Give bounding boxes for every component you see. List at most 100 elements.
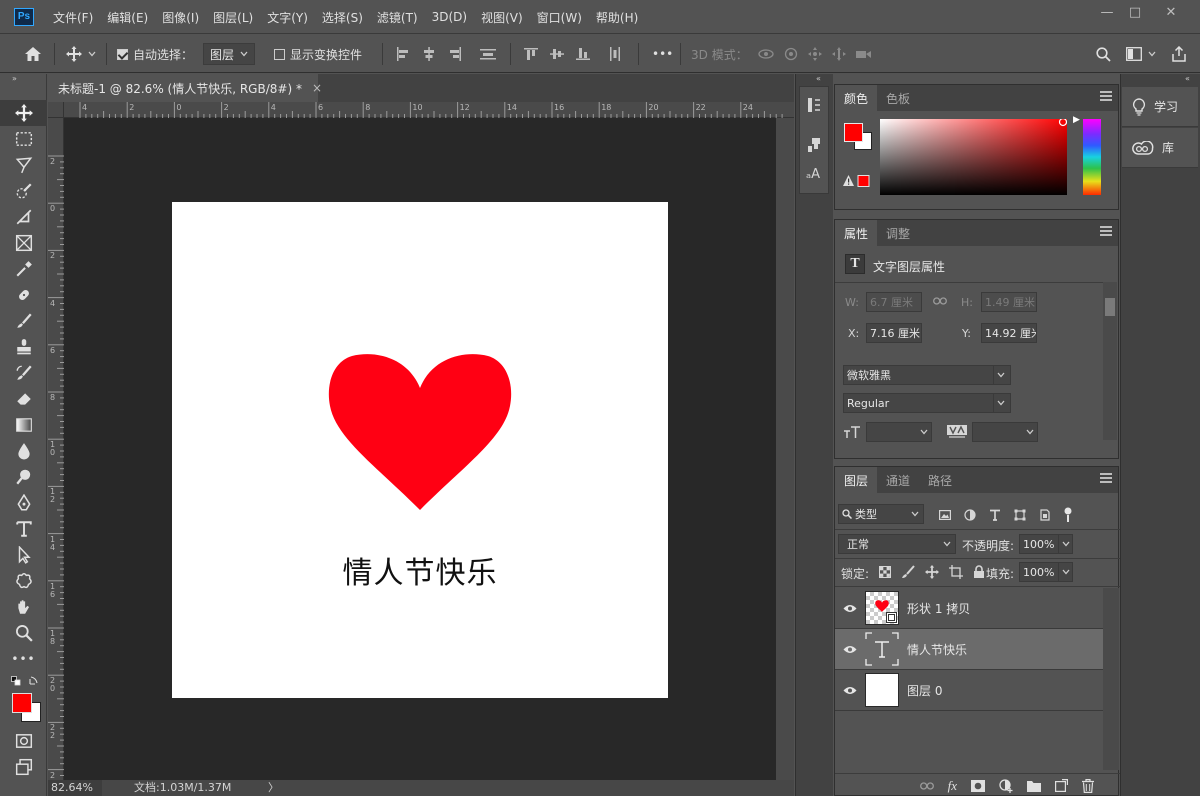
font-size-field[interactable] [866, 422, 932, 442]
screen-mode-button[interactable] [0, 754, 47, 780]
layer-filter-dropdown[interactable]: 类型 [838, 504, 924, 524]
character-icon[interactable]: ₐA [806, 167, 820, 182]
move-tool[interactable] [0, 100, 47, 126]
link-icon[interactable] [933, 296, 947, 306]
panel-menu-icon[interactable] [1100, 473, 1112, 485]
hue-strip[interactable] [1083, 119, 1101, 195]
add-mask-icon[interactable] [971, 779, 985, 792]
menu-type[interactable]: 文字(Y) [260, 9, 315, 26]
minimize-button[interactable]: — [1094, 4, 1120, 22]
library-panel-button[interactable]: 库 [1122, 128, 1198, 168]
search-icon[interactable] [1096, 35, 1111, 73]
menu-file[interactable]: 文件(F) [46, 9, 100, 26]
path-selection-tool[interactable] [0, 542, 47, 568]
blend-mode-dropdown[interactable]: 正常 [838, 534, 956, 554]
align-bottom-icon[interactable] [576, 47, 590, 61]
gamut-warning-icon[interactable] [843, 175, 871, 187]
menu-image[interactable]: 图像(I) [155, 9, 206, 26]
custom-shape-tool[interactable] [0, 568, 47, 594]
collapse-icon[interactable]: « [816, 74, 821, 83]
menu-window[interactable]: 窗口(W) [530, 9, 589, 26]
dodge-tool[interactable] [0, 464, 47, 490]
menu-edit[interactable]: 编辑(E) [100, 9, 155, 26]
move-tool-preset[interactable] [66, 35, 96, 73]
menu-view[interactable]: 视图(V) [474, 9, 530, 26]
lock-artboard-icon[interactable] [949, 565, 963, 579]
collapse-icon[interactable]: » [12, 74, 17, 83]
home-icon[interactable] [24, 35, 42, 73]
ruler-origin[interactable] [48, 102, 64, 118]
lock-transparent-pixels-icon[interactable] [879, 566, 891, 578]
collapse-icon[interactable]: « [1185, 74, 1190, 83]
status-menu-arrow[interactable]: 〉 [268, 780, 279, 796]
brush-settings-icon[interactable] [806, 137, 822, 153]
brush-tool[interactable] [0, 308, 47, 334]
gradient-tool[interactable] [0, 412, 47, 438]
color-spectrum[interactable] [880, 119, 1067, 195]
menu-help[interactable]: 帮助(H) [589, 9, 645, 26]
more-options-button[interactable]: ••• [652, 35, 673, 73]
quick-mask-button[interactable] [0, 728, 47, 754]
align-right-icon[interactable] [448, 47, 462, 61]
properties-scrollbar[interactable] [1103, 282, 1117, 440]
tab-color[interactable]: 颜色 [835, 85, 878, 111]
document-tab[interactable]: 未标题-1 @ 82.6% (情人节快乐, RGB/8#) * × [48, 74, 322, 102]
distribute-icon[interactable] [480, 47, 496, 61]
link-layers-icon[interactable] [919, 781, 934, 791]
y-position-field[interactable]: 14.92 厘米 [981, 323, 1037, 343]
blur-tool[interactable] [0, 438, 47, 464]
heart-shape[interactable] [328, 350, 512, 512]
swap-colors-icon[interactable] [29, 675, 39, 685]
maximize-button[interactable]: □ [1122, 4, 1148, 22]
share-icon[interactable] [1172, 35, 1186, 73]
hand-tool[interactable] [0, 594, 47, 620]
healing-brush-tool[interactable] [0, 282, 47, 308]
lock-position-icon[interactable] [925, 565, 939, 579]
menu-3d[interactable]: 3D(D) [425, 10, 474, 24]
workspace-switcher[interactable] [1126, 35, 1156, 73]
hue-slider-handle-icon[interactable]: ▶ [1073, 115, 1080, 125]
image-filter-icon[interactable] [939, 509, 951, 521]
menu-layer[interactable]: 图层(L) [206, 9, 260, 26]
adjustment-layer-icon[interactable] [999, 778, 1013, 793]
new-group-icon[interactable] [1027, 780, 1041, 792]
vertical-ruler[interactable]: 2024681012141618202224 [48, 118, 64, 787]
layer-row-shape[interactable]: 形状 1 拷贝 [835, 588, 1103, 629]
smart-object-filter-icon[interactable] [1039, 509, 1051, 521]
filter-toggle-icon[interactable] [1064, 507, 1072, 523]
align-center-h-icon[interactable] [422, 47, 436, 61]
align-left-icon[interactable] [396, 47, 410, 61]
checkbox-unchecked[interactable] [274, 48, 285, 60]
tab-adjustments[interactable]: 调整 [877, 220, 919, 246]
tab-properties[interactable]: 属性 [835, 220, 878, 246]
lock-image-pixels-icon[interactable] [901, 565, 915, 579]
font-style-dropdown[interactable]: Regular [843, 393, 1011, 413]
adjustment-filter-icon[interactable] [964, 509, 976, 521]
pen-tool[interactable] [0, 490, 47, 516]
history-brush-tool[interactable] [0, 360, 47, 386]
vertical-scrollbar[interactable] [776, 118, 794, 780]
foreground-color-swatch[interactable] [12, 693, 32, 713]
3d-slide-icon[interactable] [831, 47, 846, 61]
type-tool[interactable] [0, 516, 47, 542]
font-family-dropdown[interactable]: 微软雅黑 [843, 365, 1011, 385]
3d-camera-icon[interactable] [855, 48, 872, 60]
tab-channels[interactable]: 通道 [877, 467, 919, 493]
eyedropper-tool[interactable] [0, 256, 47, 282]
menu-filter[interactable]: 滤镜(T) [370, 9, 425, 26]
learn-panel-button[interactable]: 学习 [1122, 87, 1198, 127]
frame-tool[interactable] [0, 230, 47, 256]
x-position-field[interactable]: 7.16 厘米 [866, 323, 922, 343]
opacity-field[interactable]: 100% [1019, 534, 1073, 554]
distribute-vertical-icon[interactable] [608, 47, 622, 61]
quick-select-tool[interactable] [0, 178, 47, 204]
layers-scrollbar[interactable] [1103, 588, 1119, 770]
eraser-tool[interactable] [0, 386, 47, 412]
auto-select-target-dropdown[interactable]: 图层 [203, 35, 256, 73]
tab-layers[interactable]: 图层 [835, 467, 878, 493]
layer-row-pixel[interactable]: 图层 0 [835, 670, 1103, 711]
clone-stamp-tool[interactable] [0, 334, 47, 360]
show-transform-checkbox[interactable]: 显示变换控件 [274, 35, 362, 73]
3d-pan-icon[interactable] [807, 47, 822, 61]
tab-swatches[interactable]: 色板 [877, 85, 919, 111]
